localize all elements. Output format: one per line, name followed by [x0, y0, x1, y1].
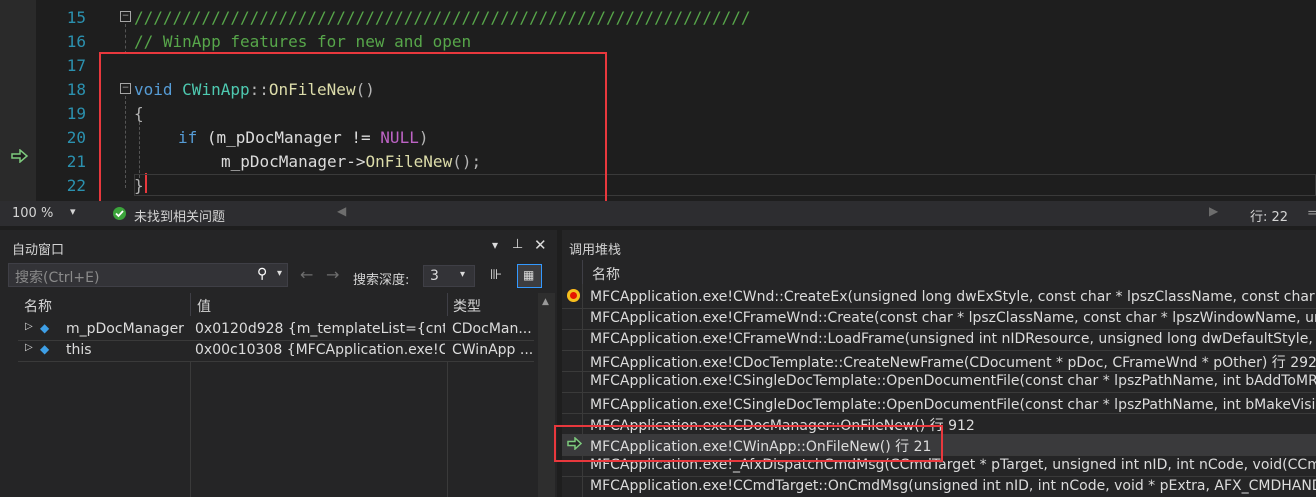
scroll-right-icon[interactable]: ▶	[1209, 204, 1218, 218]
stack-frame[interactable]: MFCApplication.exe!CDocTemplate::CreateN…	[562, 350, 1316, 372]
stack-frame[interactable]: MFCApplication.exe!CFrameWnd::LoadFrame(…	[562, 329, 1316, 351]
breakpoint-icon	[567, 289, 580, 302]
hex-icon: ▦	[523, 268, 535, 282]
line-number: 18	[66, 80, 86, 99]
column-divider[interactable]	[190, 293, 191, 316]
fold-guide	[125, 24, 126, 54]
close-icon[interactable]: ✕	[534, 236, 547, 254]
frame-text: MFCApplication.exe!CFrameWnd::Create(con…	[590, 310, 1316, 326]
issues-status[interactable]: 未找到相关问题	[134, 206, 225, 225]
code-line[interactable]: // WinApp features for new and open	[134, 30, 471, 54]
line-number: 21	[66, 152, 86, 171]
filter-icon[interactable]: ⊪	[490, 267, 502, 283]
search-options-icon[interactable]: ▾	[277, 268, 282, 279]
cursor-position: 行: 22	[1250, 210, 1289, 225]
search-depth-label: 搜索深度:	[353, 273, 410, 288]
pane-title: 调用堆栈	[569, 243, 622, 258]
var-value[interactable]: 0x0120d928 {m_templateList={cnt=1...	[195, 321, 445, 337]
line-number: 17	[66, 56, 86, 75]
back-icon[interactable]: ←	[300, 265, 313, 284]
frame-text: MFCApplication.exe!CWnd::CreateEx(unsign…	[590, 289, 1316, 305]
pane-menu-icon[interactable]: ▾	[492, 238, 498, 252]
expand-icon[interactable]: ▷	[25, 342, 33, 353]
code-line[interactable]: ////////////////////////////////////////…	[134, 6, 751, 30]
var-value[interactable]: 0x00c10308 {MFCApplication.exe!C...	[195, 342, 445, 358]
glyph-margin[interactable]	[0, 0, 36, 201]
pane-title: 自动窗口	[12, 243, 65, 258]
line-number: 19	[66, 104, 86, 123]
expand-icon[interactable]: ▷	[25, 321, 33, 332]
column-header-name[interactable]: 名称	[592, 264, 620, 284]
column-line	[447, 361, 448, 497]
pin-icon[interactable]: ⊥	[512, 237, 523, 252]
stack-frame[interactable]: MFCApplication.exe!CFrameWnd::Create(con…	[562, 308, 1316, 330]
column-divider	[582, 260, 583, 284]
zoom-level[interactable]: 100 %	[12, 206, 53, 221]
frame-text: MFCApplication.exe!CSingleDocTemplate::O…	[590, 397, 1316, 413]
grid-header: 名称	[562, 260, 1316, 284]
code-editor[interactable]: 15 16 17 18 19 20 21 22 − − ////////////…	[0, 0, 1316, 208]
column-line	[190, 361, 191, 497]
hex-display-toggle[interactable]: ▦	[517, 264, 542, 288]
search-depth-select[interactable]: 3 ▾	[423, 265, 475, 287]
frame-text: MFCApplication.exe!CCmdTarget::OnCmdMsg(…	[590, 478, 1316, 494]
column-header-value[interactable]: 值	[197, 296, 211, 316]
check-icon	[113, 207, 126, 220]
frame-text: MFCApplication.exe!CFrameWnd::LoadFrame(…	[590, 331, 1316, 347]
line-number: 16	[66, 32, 86, 51]
collapse-icon[interactable]: −	[120, 11, 131, 22]
forward-icon[interactable]: →	[326, 265, 339, 284]
stack-frame[interactable]: MFCApplication.exe!CCmdTarget::OnCmdMsg(…	[562, 476, 1316, 497]
frame-text: MFCApplication.exe!CSingleDocTemplate::O…	[590, 373, 1316, 389]
line-number: 20	[66, 128, 86, 147]
column-divider[interactable]	[447, 293, 448, 316]
stack-frame[interactable]: MFCApplication.exe!CWnd::CreateEx(unsign…	[562, 287, 1316, 309]
line-number: 15	[66, 8, 86, 27]
highlight-box	[99, 52, 607, 208]
table-row[interactable]: ▷ ◆ m_pDocManager 0x0120d928 {m_template…	[18, 319, 534, 341]
more-indicator: =	[1307, 206, 1316, 221]
line-number: 22	[66, 176, 86, 195]
dropdown-arrow-icon: ▾	[460, 269, 466, 280]
var-type: CWinApp ...	[452, 342, 532, 358]
frame-text: MFCApplication.exe!CDocTemplate::CreateN…	[590, 355, 1316, 371]
stack-frame[interactable]: MFCApplication.exe!CSingleDocTemplate::O…	[562, 392, 1316, 414]
field-icon: ◆	[40, 342, 50, 356]
depth-value: 3	[430, 268, 439, 284]
column-header-type[interactable]: 类型	[453, 296, 481, 316]
field-icon: ◆	[40, 321, 50, 335]
highlight-box	[554, 425, 943, 462]
table-row[interactable]: ▷ ◆ this 0x00c10308 {MFCApplication.exe!…	[18, 340, 534, 362]
scrollbar[interactable]: ▲	[538, 293, 555, 497]
var-name: this	[66, 342, 92, 358]
search-input[interactable]: 搜索(Ctrl+E) ⚲ ▾	[8, 263, 288, 287]
scroll-up-icon[interactable]: ▲	[542, 297, 549, 307]
search-icon[interactable]: ⚲	[257, 266, 267, 282]
stack-frame[interactable]: MFCApplication.exe!CSingleDocTemplate::O…	[562, 371, 1316, 393]
search-placeholder: 搜索(Ctrl+E)	[15, 270, 100, 286]
grid-header: 名称 值 类型	[18, 293, 534, 316]
editor-status-bar: 100 % ▾ 未找到相关问题 ◀ ▶ 行: 22 =	[0, 201, 1316, 226]
column-header-name[interactable]: 名称	[24, 296, 52, 316]
current-statement-arrow-icon	[11, 148, 29, 164]
var-type: CDocMan...	[452, 321, 532, 337]
scroll-left-icon[interactable]: ◀	[337, 204, 346, 218]
autos-window: 自动窗口 ▾ ⊥ ✕ 搜索(Ctrl+E) ⚲ ▾ ← → 搜索深度: 3 ▾ …	[0, 230, 557, 497]
zoom-dropdown-icon[interactable]: ▾	[70, 205, 76, 218]
var-name: m_pDocManager	[66, 321, 184, 337]
